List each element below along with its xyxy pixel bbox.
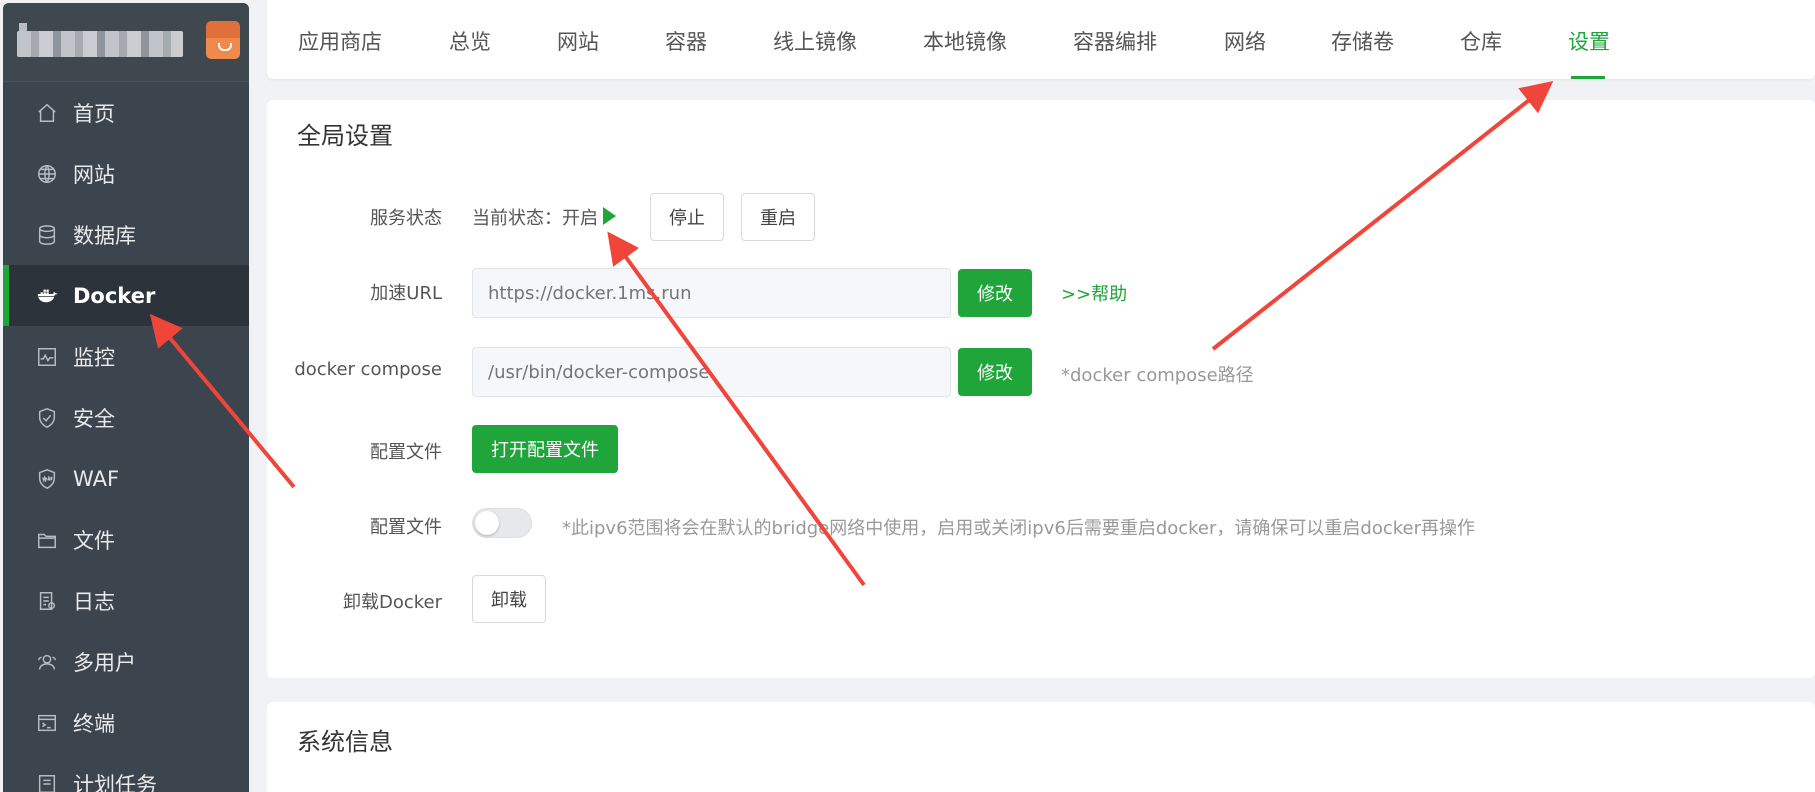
sidebar-item-label: 日志: [73, 589, 115, 614]
service-status-label: 服务状态: [370, 208, 442, 229]
global-settings-panel: 全局设置 服务状态 当前状态：开启 停止 重启 加速URL 修改 >>帮助 do…: [267, 100, 1815, 678]
sidebar-item-label: Docker: [73, 283, 156, 308]
docker-compose-hint: *docker compose路径: [1061, 365, 1254, 386]
sidebar-item-label: 监控: [73, 345, 115, 370]
tab-settings[interactable]: 设置: [1568, 26, 1610, 56]
docker-tab-bar: 应用商店 总览 网站 容器 线上镜像 本地镜像 容器编排 网络 存储卷 仓库 设…: [267, 0, 1815, 79]
clock-icon: [35, 772, 59, 792]
mirror-url-label: 加速URL: [370, 283, 442, 304]
tab-app-store[interactable]: 应用商店: [298, 26, 382, 56]
sidebar-item-waf[interactable]: WAF: [3, 448, 249, 509]
uninstall-docker-label: 卸载Docker: [342, 592, 442, 613]
tab-containers[interactable]: 容器: [665, 26, 707, 56]
sidebar-item-database[interactable]: 数据库: [3, 204, 249, 265]
tab-compose[interactable]: 容器编排: [1073, 26, 1157, 56]
monitor-icon: [35, 345, 59, 369]
docker-compose-modify-button[interactable]: 修改: [958, 348, 1032, 396]
running-play-icon: [603, 207, 616, 225]
current-status-text: 当前状态：开启: [472, 208, 598, 229]
sidebar-item-docker[interactable]: Docker: [3, 265, 249, 326]
sidebar: 首页 网站 数据库 Docker 监控 安全 WAF 文件 日志 多用户 终端: [3, 3, 249, 792]
panel-title: 全局设置: [297, 122, 393, 150]
sidebar-item-monitor[interactable]: 监控: [3, 326, 249, 387]
mirror-url-modify-button[interactable]: 修改: [958, 269, 1032, 317]
help-link[interactable]: >>帮助: [1061, 280, 1127, 306]
globe-icon: [35, 162, 59, 186]
log-icon: [35, 589, 59, 613]
sidebar-item-logs[interactable]: 日志: [3, 570, 249, 631]
docker-icon: [35, 284, 59, 308]
system-info-panel: 系统信息: [267, 702, 1815, 792]
mirror-url-input[interactable]: [472, 268, 951, 318]
restart-button[interactable]: 重启: [741, 193, 815, 241]
sidebar-item-label: WAF: [73, 466, 120, 491]
ipv6-config-label: 配置文件: [370, 517, 442, 538]
users-icon: [35, 650, 59, 674]
notification-badge-icon[interactable]: [206, 21, 240, 59]
tab-registry[interactable]: 仓库: [1460, 26, 1502, 56]
sidebar-item-label: 终端: [73, 711, 115, 736]
sidebar-item-label: 多用户: [73, 650, 136, 675]
tab-online-images[interactable]: 线上镜像: [773, 26, 857, 56]
tab-websites[interactable]: 网站: [557, 26, 599, 56]
sidebar-item-label: 首页: [73, 101, 115, 126]
open-config-file-button[interactable]: 打开配置文件: [472, 425, 618, 473]
sidebar-item-multi-user[interactable]: 多用户: [3, 631, 249, 692]
blurred-server-name: [17, 23, 183, 57]
tab-overview[interactable]: 总览: [449, 26, 491, 56]
docker-compose-label: docker compose: [294, 359, 442, 380]
waf-icon: [35, 467, 59, 491]
sidebar-item-label: 文件: [73, 528, 115, 553]
ipv6-toggle[interactable]: [472, 508, 532, 538]
sidebar-item-label: 计划任务: [73, 772, 157, 792]
system-info-title: 系统信息: [297, 728, 393, 756]
docker-compose-path-input[interactable]: [472, 347, 951, 397]
sidebar-item-terminal[interactable]: 终端: [3, 692, 249, 753]
home-icon: [35, 101, 59, 125]
active-tab-indicator: [1571, 76, 1605, 79]
tab-volumes[interactable]: 存储卷: [1331, 26, 1394, 56]
sidebar-header: [3, 3, 249, 82]
sidebar-item-label: 网站: [73, 162, 115, 187]
sidebar-item-home[interactable]: 首页: [3, 82, 249, 143]
tab-local-images[interactable]: 本地镜像: [923, 26, 1007, 56]
uninstall-button[interactable]: 卸载: [472, 575, 546, 623]
ipv6-hint: *此ipv6范围将会在默认的bridge网络中使用，启用或关闭ipv6后需要重启…: [562, 518, 1475, 539]
terminal-icon: [35, 711, 59, 735]
config-file-label: 配置文件: [370, 442, 442, 463]
sidebar-item-files[interactable]: 文件: [3, 509, 249, 570]
database-icon: [35, 223, 59, 247]
tab-network[interactable]: 网络: [1224, 26, 1266, 56]
sidebar-item-cron[interactable]: 计划任务: [3, 753, 249, 792]
sidebar-item-label: 安全: [73, 406, 115, 431]
shield-icon: [35, 406, 59, 430]
sidebar-item-website[interactable]: 网站: [3, 143, 249, 204]
sidebar-item-security[interactable]: 安全: [3, 387, 249, 448]
stop-button[interactable]: 停止: [650, 193, 724, 241]
sidebar-item-label: 数据库: [73, 223, 136, 248]
folder-icon: [35, 528, 59, 552]
